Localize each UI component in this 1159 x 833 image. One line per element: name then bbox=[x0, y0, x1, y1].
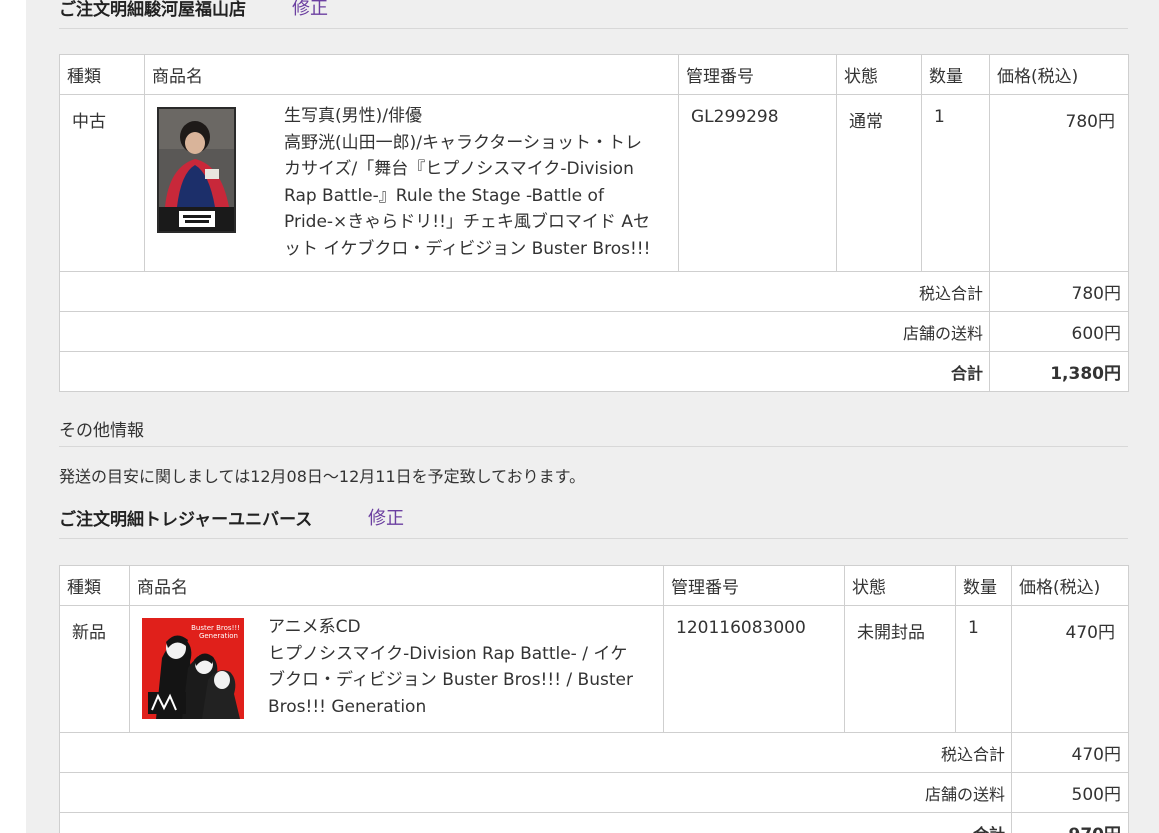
order-table-2: 種類 商品名 管理番号 状態 数量 価格(税込) 新品 Buster Bros!… bbox=[59, 565, 1129, 833]
column-header-management-number: 管理番号 bbox=[663, 565, 845, 606]
item-quantity: 1 bbox=[955, 605, 1012, 733]
item-product-name[interactable]: アニメ系CD ヒプノシスマイク-Division Rap Battle- / イ… bbox=[268, 614, 633, 720]
item-price: 780円 bbox=[989, 94, 1129, 272]
column-header-condition: 状態 bbox=[836, 54, 922, 95]
shipping-notice: 発送の目安に関しましては12月08日～12月11日を予定致しております。 bbox=[59, 467, 586, 486]
table-header-row: 種類 商品名 管理番号 状態 数量 価格(税込) bbox=[59, 565, 1129, 606]
product-name-line: ブクロ・ディビジョン Buster Bros!!! / Buster bbox=[268, 670, 633, 690]
item-product-cell: 生写真(男性)/俳優 高野洸(山田一郎)/キャラクターショット・トレ カサイズ/… bbox=[144, 94, 679, 272]
table-row: 中古 生写真(男性)/俳優 高野洸(山田一郎)/キャラクターショット・トレ カサ… bbox=[59, 94, 1129, 272]
cover-title-line: Generation bbox=[199, 632, 238, 640]
product-name-line: カサイズ/「舞台『ヒプノシスマイク-Division bbox=[284, 159, 634, 179]
product-name-line: 高野洸(山田一郎)/キャラクターショット・トレ bbox=[284, 132, 642, 153]
summary-row-total: 合計 1,380円 bbox=[59, 351, 1129, 392]
item-quantity: 1 bbox=[921, 94, 990, 272]
item-type: 中古 bbox=[59, 94, 145, 272]
column-header-condition: 状態 bbox=[844, 565, 956, 606]
product-name-line: Bros!!! Generation bbox=[268, 696, 427, 717]
item-product-cell: Buster Bros!!! Generation アニメ系CD ヒプノシスマイ… bbox=[129, 605, 664, 733]
edit-link[interactable]: 修正 bbox=[368, 504, 404, 530]
total-value: 970円 bbox=[1011, 812, 1129, 833]
subtotal-label: 税込合計 bbox=[59, 271, 990, 312]
item-condition: 通常 bbox=[836, 94, 922, 272]
total-label: 合計 bbox=[59, 351, 990, 392]
column-header-management-number: 管理番号 bbox=[678, 54, 837, 95]
column-header-type: 種類 bbox=[59, 565, 130, 606]
item-management-number: 120116083000 bbox=[663, 605, 845, 733]
order-section-title: ご注文明細トレジャーユニバース bbox=[59, 510, 313, 530]
order-section-heading-1: ご注文明細駿河屋福山店 修正 bbox=[59, 0, 1128, 29]
total-label: 合計 bbox=[59, 812, 1012, 833]
window-left-margin bbox=[0, 0, 26, 833]
item-condition: 未開封品 bbox=[844, 605, 956, 733]
order-confirmation-page: ご注文明細駿河屋福山店 修正 種類 商品名 管理番号 状態 数量 価格(税込) … bbox=[26, 0, 1159, 833]
product-photo[interactable] bbox=[157, 107, 236, 233]
table-header-row: 種類 商品名 管理番号 状態 数量 価格(税込) bbox=[59, 54, 1129, 95]
column-header-type: 種類 bbox=[59, 54, 145, 95]
item-management-number: GL299298 bbox=[678, 94, 837, 272]
divider bbox=[59, 446, 1128, 447]
product-name-line: 生写真(男性)/俳優 bbox=[284, 106, 422, 126]
table-row: 新品 Buster Bros!!! Generation アニメ系CD ヒプノシ… bbox=[59, 605, 1129, 733]
order-table-1: 種類 商品名 管理番号 状態 数量 価格(税込) 中古 生写真(男性)/俳優 高… bbox=[59, 54, 1129, 392]
product-name-line: ット イケブクロ・ディビジョン Buster Bros!!! bbox=[284, 238, 651, 259]
other-info-label: その他情報 bbox=[59, 421, 144, 441]
order-section-title: ご注文明細駿河屋福山店 bbox=[59, 0, 246, 20]
subtotal-value: 470円 bbox=[1011, 732, 1129, 773]
column-header-quantity: 数量 bbox=[921, 54, 990, 95]
column-header-price: 価格(税込) bbox=[1011, 565, 1129, 606]
order-section-heading-2: ご注文明細トレジャーユニバース 修正 bbox=[59, 508, 1128, 539]
shipping-value: 600円 bbox=[989, 311, 1129, 352]
summary-row-total: 合計 970円 bbox=[59, 812, 1129, 833]
product-name-line: アニメ系CD bbox=[268, 617, 361, 637]
edit-link[interactable]: 修正 bbox=[292, 0, 328, 20]
product-name-line: Pride-×きゃらドリ!!」チェキ風ブロマイド Aセ bbox=[284, 212, 650, 232]
item-product-name[interactable]: 生写真(男性)/俳優 高野洸(山田一郎)/キャラクターショット・トレ カサイズ/… bbox=[284, 103, 650, 262]
summary-row-shipping: 店舗の送料 600円 bbox=[59, 311, 1129, 352]
subtotal-label: 税込合計 bbox=[59, 732, 1012, 773]
summary-row-subtotal: 税込合計 780円 bbox=[59, 271, 1129, 312]
total-value: 1,380円 bbox=[989, 351, 1129, 392]
column-header-product-name: 商品名 bbox=[144, 54, 679, 95]
summary-row-shipping: 店舗の送料 500円 bbox=[59, 772, 1129, 813]
cover-title-line: Buster Bros!!! bbox=[191, 624, 240, 632]
cd-cover-image[interactable]: Buster Bros!!! Generation bbox=[142, 618, 244, 719]
item-price: 470円 bbox=[1011, 605, 1129, 733]
column-header-product-name: 商品名 bbox=[129, 565, 664, 606]
column-header-quantity: 数量 bbox=[955, 565, 1012, 606]
subtotal-value: 780円 bbox=[989, 271, 1129, 312]
shipping-label: 店舗の送料 bbox=[59, 772, 1012, 813]
product-name-line: Rap Battle-』Rule the Stage -Battle of bbox=[284, 185, 604, 206]
column-header-price: 価格(税込) bbox=[989, 54, 1129, 95]
shipping-value: 500円 bbox=[1011, 772, 1129, 813]
item-type: 新品 bbox=[59, 605, 130, 733]
shipping-label: 店舗の送料 bbox=[59, 311, 990, 352]
product-name-line: ヒプノシスマイク-Division Rap Battle- / イケ bbox=[268, 643, 628, 664]
summary-row-subtotal: 税込合計 470円 bbox=[59, 732, 1129, 773]
